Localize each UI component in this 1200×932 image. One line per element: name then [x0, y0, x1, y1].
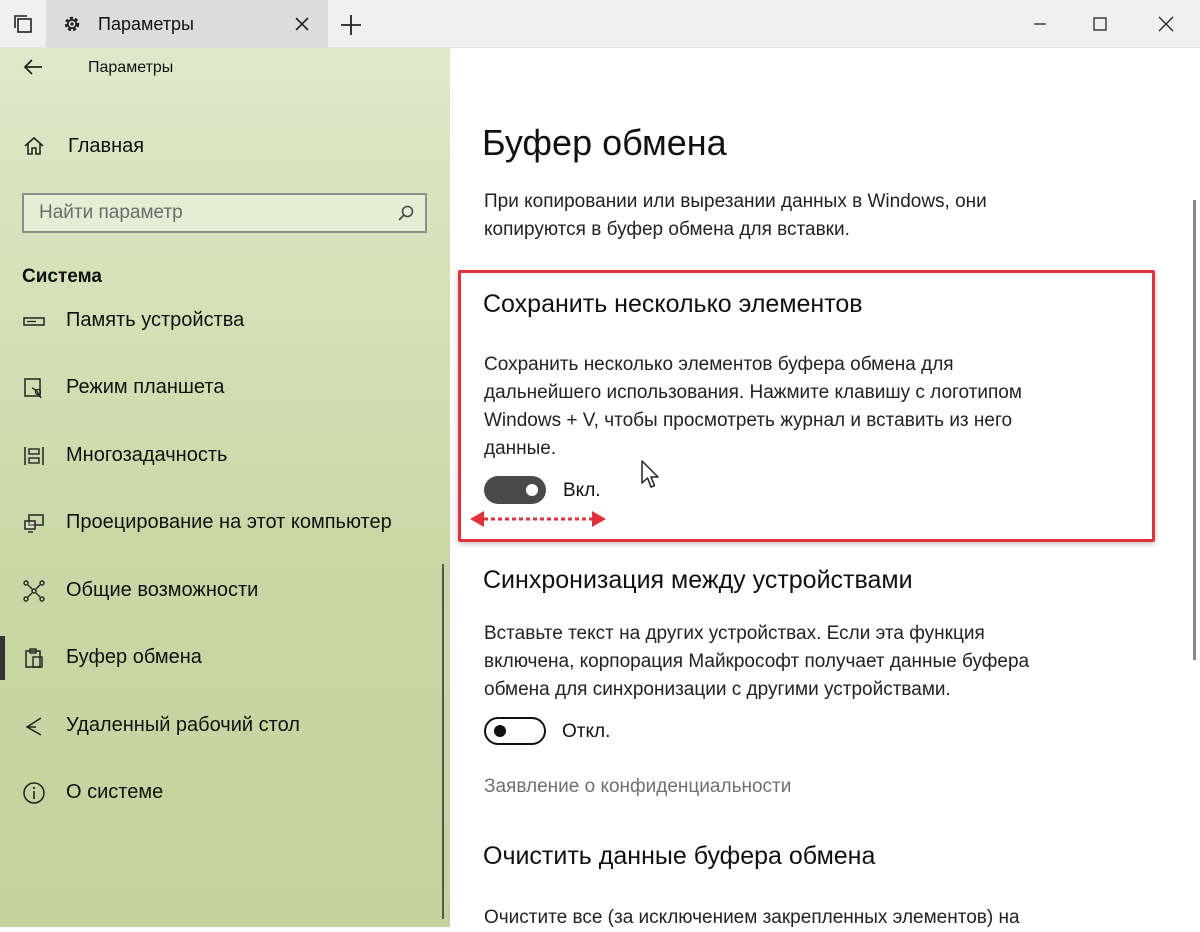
sidebar-item-label: Удаленный рабочий стол [66, 714, 300, 736]
sidebar-item-label: Общие возможности [66, 579, 259, 601]
sidebar-item-label: Память устройства [66, 309, 245, 331]
sidebar-item-storage[interactable]: Память устройства [0, 299, 440, 343]
title-bar: Параметры [0, 0, 1200, 48]
history-desc-line-2: дальнейшего использования. Нажмите клави… [484, 382, 1022, 403]
tab-title: Параметры [98, 14, 194, 34]
sync-desc-line-3: обмена для синхронизации с другими устро… [484, 679, 951, 700]
sidebar-item-label: Проецирование на этот компьютер [66, 511, 392, 533]
minimize-button[interactable] [1010, 0, 1070, 48]
sidebar-item-about[interactable]: О системе [0, 771, 440, 815]
tab-overview-icon [14, 15, 32, 33]
sidebar-item-remote-desktop[interactable]: Удаленный рабочий стол [0, 704, 440, 748]
history-section-title: Сохранить несколько элементов [483, 290, 863, 318]
storage-icon [23, 317, 45, 326]
tablet-mode-icon [24, 378, 42, 399]
multitasking-icon [24, 447, 44, 465]
sidebar-header-title: Параметры [88, 59, 174, 76]
sidebar-item-shared-experiences[interactable]: Общие возможности [0, 569, 440, 613]
search-icon[interactable] [397, 204, 415, 222]
sync-section-title: Синхронизация между устройствами [483, 566, 913, 594]
page-title: Буфер обмена [482, 122, 727, 163]
sidebar-item-projecting[interactable]: Проецирование на этот компьютер [0, 501, 440, 545]
history-desc-line-3: Windows + V, чтобы просмотреть журнал и … [484, 410, 1013, 431]
clear-desc-line-1: Очистите все (за исключением закрепленны… [484, 907, 1020, 928]
projecting-icon [24, 514, 44, 533]
close-icon [1158, 16, 1174, 32]
privacy-statement-link[interactable]: Заявление о конфиденциальности [484, 776, 791, 798]
sidebar-item-label: Режим планшета [66, 376, 225, 398]
sidebar-item-tablet-mode[interactable]: Режим планшета [0, 366, 440, 410]
gear-icon [64, 16, 80, 32]
sidebar-item-home[interactable]: Главная [0, 128, 450, 164]
remote-desktop-icon [25, 717, 42, 736]
shared-experiences-icon [23, 580, 45, 602]
section-label-system: Система [22, 266, 102, 287]
toggle-knob [526, 484, 538, 496]
mouse-cursor-icon [641, 460, 659, 488]
maximize-icon [1093, 17, 1107, 31]
search-input[interactable] [24, 195, 384, 231]
intro-text-line-1: При копировании или вырезании данных в W… [484, 191, 987, 212]
sync-toggle-label: Откл. [562, 721, 611, 742]
close-window-button[interactable] [1136, 0, 1196, 48]
search-box[interactable] [22, 193, 427, 233]
double-arrow-annotation [470, 511, 606, 527]
intro-text-line-2: копируются в буфер обмена для вставки. [484, 219, 850, 240]
sidebar-item-label: О системе [66, 781, 164, 803]
sync-across-devices-toggle[interactable] [484, 717, 546, 745]
clipboard-icon [25, 648, 43, 668]
new-tab-icon[interactable] [338, 12, 364, 38]
sync-desc-line-1: Вставьте текст на других устройствах. Ес… [484, 623, 985, 644]
sidebar-item-clipboard[interactable]: Буфер обмена [0, 636, 440, 680]
sidebar-scrollbar[interactable] [442, 564, 444, 919]
clipboard-history-toggle-label: Вкл. [563, 480, 601, 501]
minimize-icon [1034, 23, 1046, 25]
tab-settings[interactable]: Параметры [46, 0, 328, 48]
toggle-knob [494, 725, 506, 737]
sidebar-item-label: Главная [68, 135, 145, 157]
history-desc-line-1: Сохранить несколько элементов буфера обм… [484, 354, 954, 375]
history-desc-line-4: данные. [484, 438, 557, 459]
sidebar-item-multitasking[interactable]: Многозадачность [0, 434, 440, 478]
sidebar-item-label: Многозадачность [66, 444, 228, 466]
clear-section-title: Очистить данные буфера обмена [483, 842, 876, 870]
sidebar-item-label: Буфер обмена [66, 646, 202, 668]
home-icon [24, 136, 44, 155]
content-scrollbar[interactable] [1193, 200, 1196, 660]
back-arrow-icon[interactable] [20, 54, 46, 80]
settings-sidebar: Параметры Главная Система Память устройс… [0, 48, 450, 927]
active-indicator [0, 636, 5, 680]
close-tab-icon[interactable] [292, 14, 312, 34]
sync-desc-line-2: включена, корпорация Майкрософт получает… [484, 651, 1030, 672]
info-icon [23, 782, 45, 804]
clipboard-history-toggle[interactable] [484, 476, 546, 504]
tab-overview-button[interactable] [0, 0, 46, 48]
maximize-button[interactable] [1070, 0, 1130, 48]
